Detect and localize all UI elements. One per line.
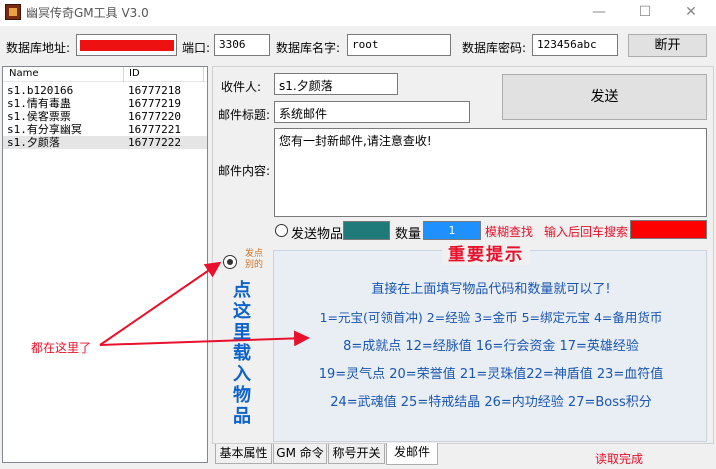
arrow-to-radio	[99, 261, 222, 346]
annotation-arrows	[99, 261, 310, 347]
arrow-to-info	[99, 330, 310, 347]
tab-gm-commands[interactable]: GM 命令	[273, 444, 327, 464]
tab-send-mail[interactable]: 发邮件	[386, 443, 438, 465]
arrow-note-text: 都在这里了	[31, 341, 92, 355]
status-text: 读取完成	[595, 452, 644, 466]
tab-basic-attributes[interactable]: 基本属性	[215, 444, 272, 464]
tab-title-toggle[interactable]: 称号开关	[328, 444, 385, 464]
